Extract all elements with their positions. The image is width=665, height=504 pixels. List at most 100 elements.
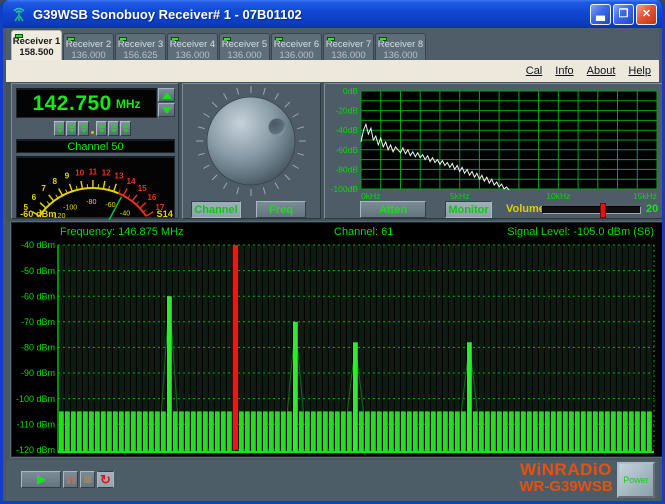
digit-spinner-6[interactable] xyxy=(120,121,131,136)
tab-receiver-6[interactable]: Receiver 6136.000 xyxy=(271,33,322,60)
svg-text:S14: S14 xyxy=(156,209,173,219)
power-button[interactable]: Power xyxy=(617,462,655,498)
tab-receiver-2[interactable]: Receiver 2136.000 xyxy=(63,33,114,60)
svg-text:-40dB: -40dB xyxy=(335,125,358,135)
link-strip: Cal Info About Help xyxy=(6,60,659,82)
link-cal[interactable]: Cal xyxy=(526,65,543,77)
noise-bar xyxy=(347,411,352,451)
tab-receiver-8[interactable]: Receiver 8136.000 xyxy=(375,33,426,60)
noise-bar xyxy=(587,411,592,451)
close-button[interactable]: ✕ xyxy=(636,4,657,25)
tab-receiver-5[interactable]: Receiver 5136.000 xyxy=(219,33,270,60)
tab-label: Receiver 5 xyxy=(220,39,269,50)
digit-spinner-4[interactable] xyxy=(96,121,107,136)
noise-bar xyxy=(449,411,454,451)
channel-spectrum-chart[interactable]: -40 dBm-50 dBm-60 dBm-70 dBm-80 dBm-90 d… xyxy=(12,223,663,456)
signal-peak-bar xyxy=(293,322,298,452)
noise-bar xyxy=(101,411,106,451)
play-button[interactable] xyxy=(21,471,61,488)
loop-icon: ↻ xyxy=(100,473,111,486)
digit-spinner-5[interactable] xyxy=(108,121,119,136)
noise-bar xyxy=(533,411,538,451)
noise-bar xyxy=(143,411,148,451)
volume-slider-handle[interactable] xyxy=(600,203,606,218)
link-info[interactable]: Info xyxy=(555,65,573,77)
svg-text:0dB: 0dB xyxy=(343,86,358,96)
noise-bar xyxy=(371,411,376,451)
noise-bar xyxy=(599,411,604,451)
monitor-button[interactable]: Monitor xyxy=(445,201,492,218)
tab-receiver-3[interactable]: Receiver 3156.625 xyxy=(115,33,166,60)
pause-button[interactable] xyxy=(63,471,78,488)
brand-logo: WiNRADiO WR-G39WSB xyxy=(508,461,624,494)
noise-bar xyxy=(209,411,214,451)
channel-spectrum-panel[interactable]: Frequency: 146.875 MHz Channel: 61 Signa… xyxy=(11,222,664,457)
minimize-button[interactable]: ▃ xyxy=(590,4,611,25)
noise-bar xyxy=(191,411,196,451)
svg-text:-40 dBm: -40 dBm xyxy=(21,240,55,250)
app-window: G39WSB Sonobuoy Receiver# 1 - 07B01102 ▃… xyxy=(0,0,665,504)
noise-bar xyxy=(479,411,484,451)
svg-text:10: 10 xyxy=(75,169,85,178)
stop-button[interactable] xyxy=(80,471,95,488)
noise-bar xyxy=(515,411,520,451)
noise-bar xyxy=(329,411,334,451)
link-about[interactable]: About xyxy=(587,65,616,77)
tab-receiver-4[interactable]: Receiver 4136.000 xyxy=(167,33,218,60)
frequency-up-button[interactable] xyxy=(158,88,175,102)
freq-mode-button[interactable]: Freq xyxy=(256,201,306,218)
noise-bar xyxy=(257,411,262,451)
svg-text:-110 dBm: -110 dBm xyxy=(17,419,55,429)
noise-bar xyxy=(107,411,112,451)
digit-spinner-3[interactable] xyxy=(78,121,89,136)
noise-bar xyxy=(491,411,496,451)
noise-bar xyxy=(509,411,514,451)
noise-bar xyxy=(203,411,208,451)
digit-spinner-1[interactable] xyxy=(54,121,65,136)
frequency-down-button[interactable] xyxy=(158,103,175,117)
noise-bar xyxy=(389,411,394,451)
tab-frequency: 158.500 xyxy=(12,47,61,58)
digit-spinner-row xyxy=(54,121,132,136)
stop-icon xyxy=(84,476,91,483)
title-bar[interactable]: G39WSB Sonobuoy Receiver# 1 - 07B01102 ▃… xyxy=(3,0,662,28)
noise-bar xyxy=(497,411,502,451)
svg-text:15kHz: 15kHz xyxy=(633,191,657,200)
tuning-knob[interactable] xyxy=(183,86,322,198)
tab-receiver-1[interactable]: Receiver 1158.500 xyxy=(11,30,62,60)
noise-bar xyxy=(251,411,256,451)
tab-label: Receiver 6 xyxy=(272,39,321,50)
noise-bar xyxy=(617,411,622,451)
signal-peak-bar xyxy=(353,342,358,452)
atten-button[interactable]: Atten xyxy=(360,201,426,218)
volume-value: 20 xyxy=(646,203,658,215)
receiver-tab-bar: Receiver 1158.500Receiver 2136.000Receiv… xyxy=(6,28,659,60)
svg-text:-60dB: -60dB xyxy=(335,145,358,155)
noise-bar xyxy=(89,411,94,451)
noise-bar xyxy=(269,411,274,451)
noise-bar xyxy=(419,411,424,451)
noise-bar xyxy=(263,411,268,451)
noise-bar xyxy=(395,411,400,451)
noise-bar xyxy=(581,411,586,451)
digit-spinner-2[interactable] xyxy=(66,121,77,136)
decimal-dot xyxy=(91,131,94,134)
noise-bar xyxy=(299,411,304,451)
noise-bar xyxy=(119,411,124,451)
noise-bar xyxy=(539,411,544,451)
audio-spectrum-chart: 0dB-20dB-40dB-60dB-80dB-100dB0kHz5kHz10k… xyxy=(327,86,661,205)
noise-bar xyxy=(359,411,364,451)
noise-bar xyxy=(647,411,652,451)
link-help[interactable]: Help xyxy=(628,65,651,77)
volume-slider[interactable] xyxy=(542,206,641,214)
noise-bar xyxy=(311,411,316,451)
maximize-button[interactable]: ❐ xyxy=(613,4,634,25)
loop-button[interactable]: ↻ xyxy=(97,471,114,488)
svg-text:6: 6 xyxy=(32,193,37,202)
channel-mode-button[interactable]: Channel xyxy=(191,201,241,218)
noise-bar xyxy=(365,411,370,451)
svg-text:9: 9 xyxy=(65,172,70,181)
knob-dimple xyxy=(269,119,286,136)
tab-receiver-7[interactable]: Receiver 7136.000 xyxy=(323,33,374,60)
noise-bar xyxy=(131,411,136,451)
